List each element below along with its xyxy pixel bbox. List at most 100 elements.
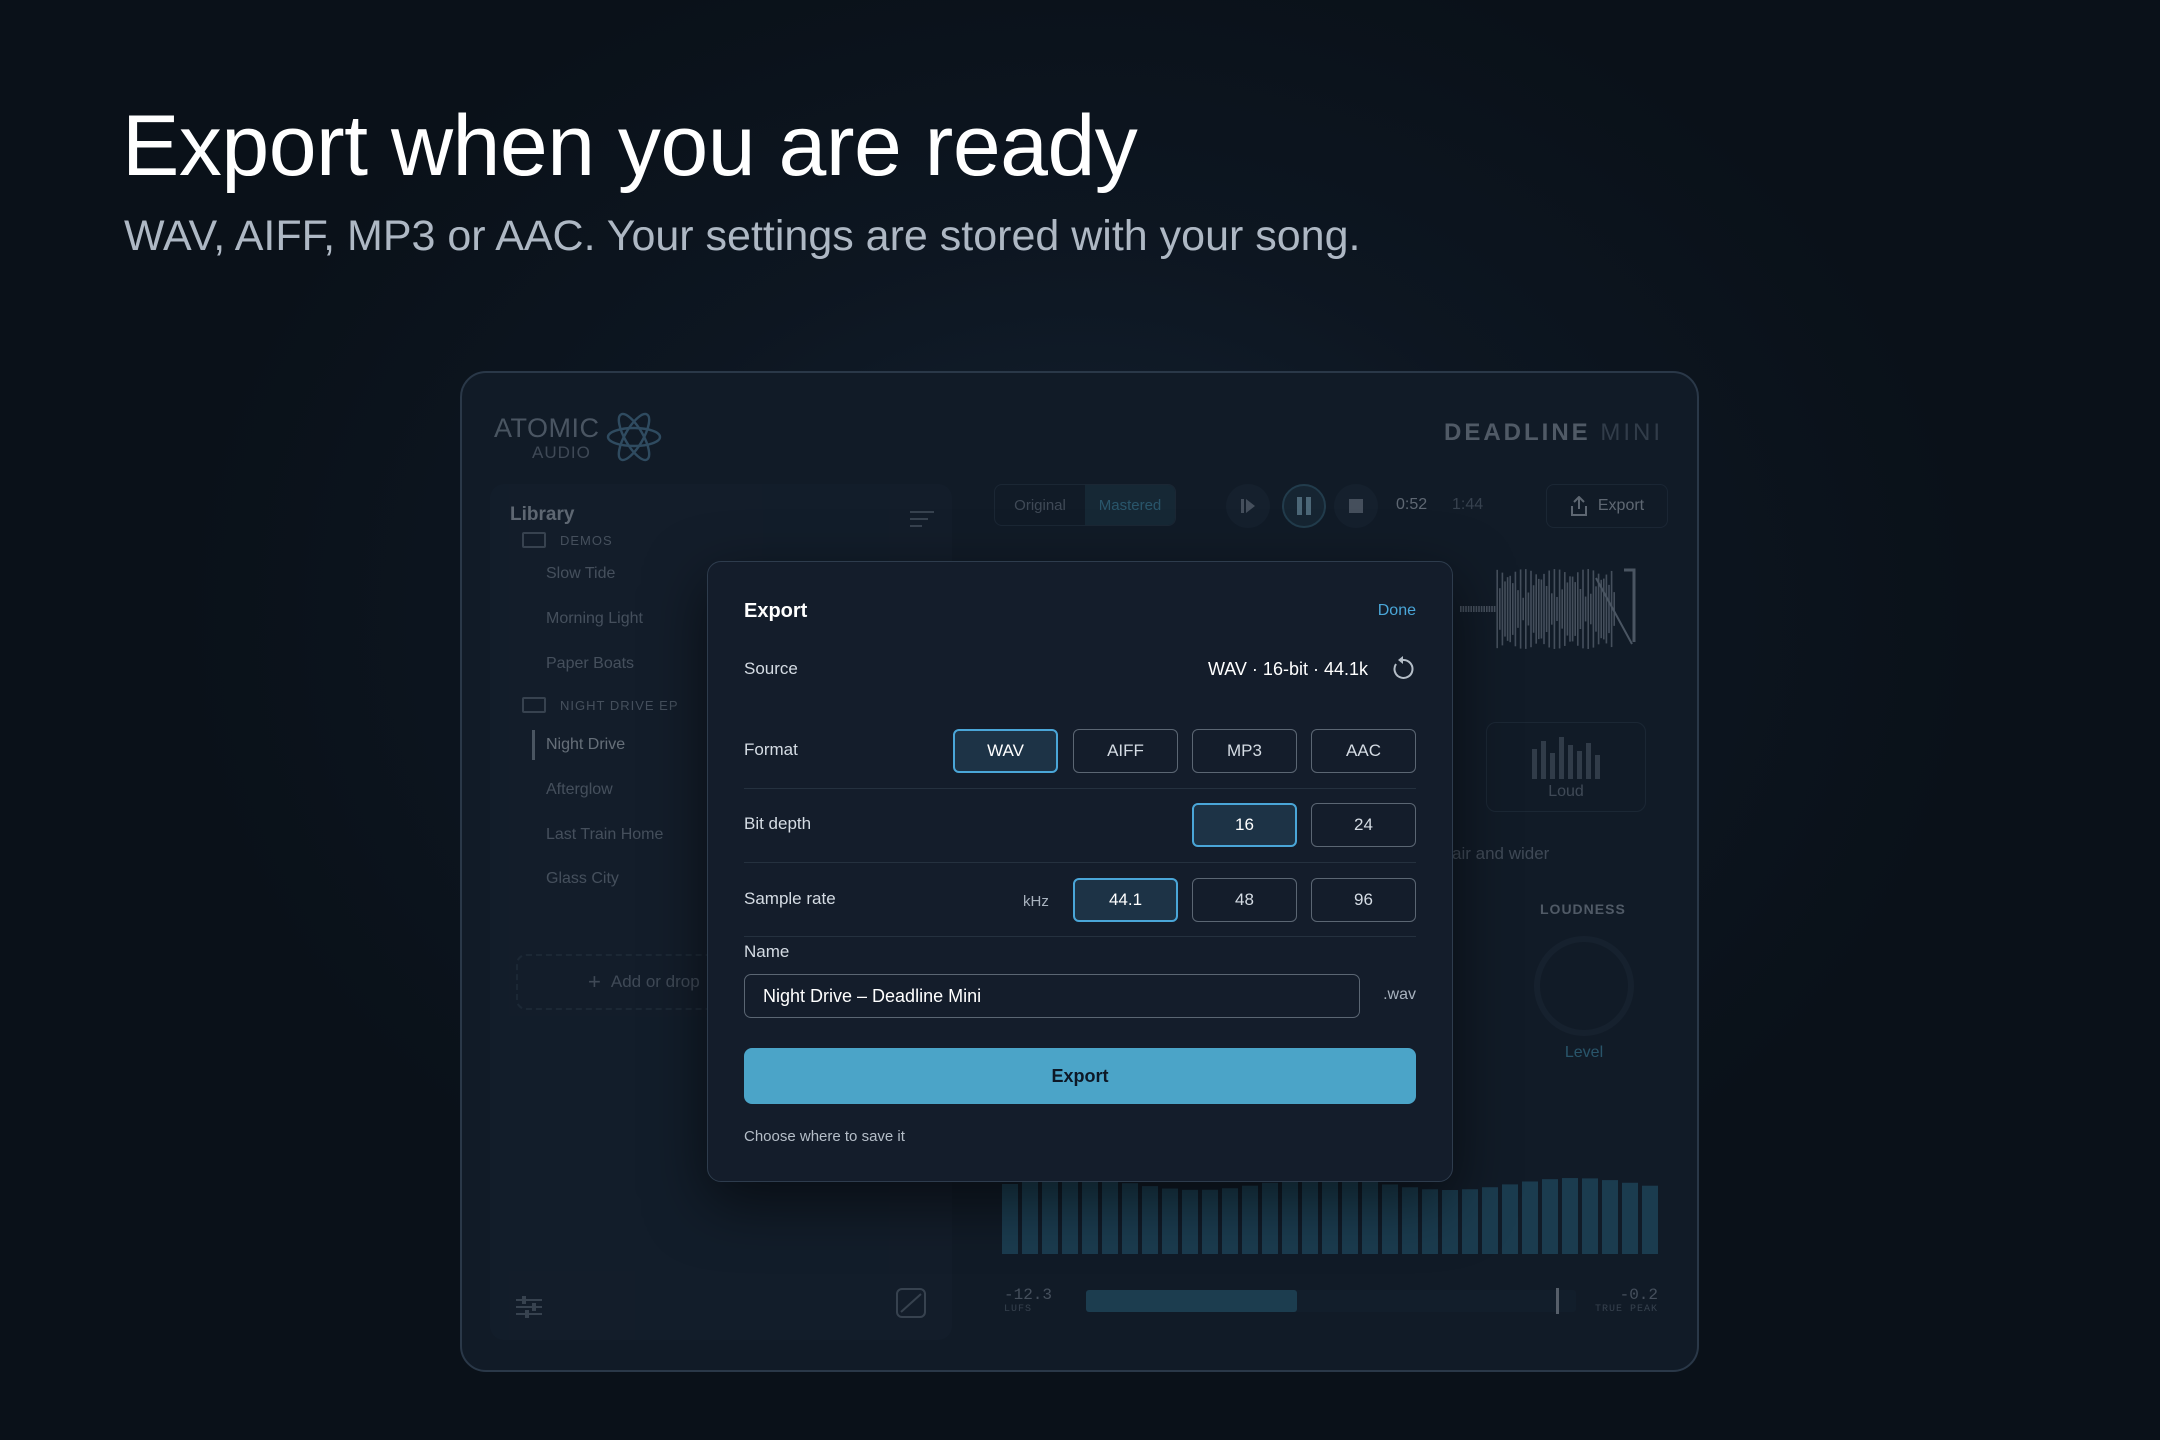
- waveform-bar: [1496, 569, 1498, 649]
- format-option-mp3[interactable]: MP3: [1192, 729, 1297, 773]
- reset-icon[interactable]: [1390, 656, 1416, 682]
- sample-rate-option-44-1[interactable]: 44.1: [1073, 878, 1178, 922]
- waveform-bar: [1561, 589, 1563, 629]
- export-top-button[interactable]: Export: [1546, 484, 1668, 528]
- library-song-active[interactable]: Night Drive: [546, 736, 625, 754]
- waveform-bar: [1486, 606, 1488, 612]
- library-folder[interactable]: NIGHT DRIVE EP: [522, 697, 679, 713]
- library-song[interactable]: Slow Tide: [546, 565, 615, 583]
- waveform-bar: [1571, 576, 1574, 642]
- ab-option[interactable]: Original: [995, 485, 1085, 525]
- bars-icon: [1532, 737, 1600, 779]
- lufs-readout: -12.3 LUFS: [1004, 1286, 1052, 1315]
- waveform-bar: [1540, 579, 1543, 639]
- waveform-bar: [1473, 606, 1475, 612]
- spectrum-bar: [1482, 1187, 1498, 1254]
- preset-hint: air and wider: [1452, 844, 1550, 863]
- pause-button[interactable]: [1282, 484, 1326, 528]
- play-icon: [1241, 499, 1255, 513]
- spectrum-bar: [1002, 1184, 1018, 1254]
- waveform-bar: [1460, 606, 1462, 612]
- waveform-bar: [1499, 588, 1501, 630]
- atom-icon: [606, 412, 662, 462]
- spectrum-bar: [1142, 1186, 1158, 1254]
- export-top-label: Export: [1597, 497, 1645, 514]
- stop-button[interactable]: [1334, 484, 1378, 528]
- sliders-icon[interactable]: [516, 1296, 542, 1318]
- loudness-knob[interactable]: [1534, 936, 1634, 1036]
- waveform-bar: [1522, 597, 1524, 621]
- library-song[interactable]: Last Train Home: [546, 826, 663, 844]
- ab-option-active[interactable]: Mastered: [1085, 485, 1175, 525]
- spectrum-bar: [1422, 1189, 1438, 1254]
- waveform-bar: [1535, 574, 1537, 644]
- sample-rate-unit: kHz: [1023, 893, 1049, 910]
- chart-toggle-icon[interactable]: [896, 1288, 926, 1318]
- format-option-aac[interactable]: AAC: [1311, 729, 1416, 773]
- spectrum-bar: [1202, 1189, 1218, 1254]
- waveform[interactable]: [1456, 564, 1656, 654]
- waveform-bar: [1483, 606, 1485, 612]
- folder-name: DEMOS: [560, 532, 613, 548]
- waveform-bar: [1551, 593, 1553, 625]
- bit-depth-option-16[interactable]: 16: [1192, 803, 1297, 847]
- library-title: Library: [510, 504, 575, 525]
- skip-play-button[interactable]: [1226, 484, 1270, 528]
- waveform-bar: [1478, 606, 1480, 612]
- waveform-bar: [1564, 572, 1566, 646]
- waveform-bar: [1577, 572, 1579, 646]
- divider: [744, 788, 1416, 789]
- waveform-bar: [1603, 578, 1605, 640]
- lufs-unit: LUFS: [1004, 1304, 1033, 1315]
- spectrum-bar: [1242, 1185, 1258, 1254]
- waveform-bar: [1519, 569, 1522, 649]
- preset-card-loud[interactable]: Loud: [1486, 722, 1646, 812]
- waveform-bar: [1582, 569, 1584, 649]
- spectrum-bar: [1162, 1188, 1178, 1254]
- format-option-aiff[interactable]: AIFF: [1073, 729, 1178, 773]
- library-song[interactable]: Morning Light: [546, 610, 643, 628]
- folder-icon: [522, 532, 546, 548]
- bit-depth-label: Bit depth: [744, 814, 812, 833]
- active-song-indicator: [532, 730, 535, 760]
- library-song[interactable]: Paper Boats: [546, 655, 634, 673]
- library-folder[interactable]: DEMOS: [522, 532, 613, 548]
- waveform-bar: [1584, 596, 1587, 622]
- waveform-bar: [1525, 569, 1527, 649]
- spectrum-bar: [1622, 1182, 1638, 1254]
- spectrum-bar: [1342, 1179, 1358, 1254]
- sample-rate-option-96[interactable]: 96: [1311, 878, 1416, 922]
- waveform-bar: [1465, 606, 1467, 612]
- waveform-bar: [1512, 583, 1514, 635]
- product-name-main: DEADLINE: [1443, 419, 1591, 446]
- product-name: DEADLINE MINI: [1444, 419, 1663, 447]
- bit-depth-option-24[interactable]: 24: [1311, 803, 1416, 847]
- waveform-bar: [1595, 586, 1597, 632]
- spectrum-bar: [1602, 1180, 1618, 1254]
- source-label: Source: [744, 659, 798, 678]
- waveform-bar: [1488, 606, 1491, 612]
- sort-menu-icon[interactable]: [910, 510, 934, 528]
- library-song[interactable]: Afterglow: [546, 781, 613, 799]
- sample-rate-option-48[interactable]: 48: [1192, 878, 1297, 922]
- waveform-bar: [1569, 576, 1571, 642]
- waveform-bar: [1592, 570, 1595, 648]
- ab-toggle[interactable]: Original Mastered: [994, 484, 1176, 526]
- preset-label: Loud: [1548, 783, 1584, 800]
- choose-location-link[interactable]: Choose where to save it: [744, 1128, 905, 1145]
- total-time: 1:44: [1452, 496, 1484, 513]
- library-song[interactable]: Glass City: [546, 870, 619, 888]
- spectrum-bar: [1082, 1178, 1098, 1254]
- add-song-label: Add or drop: [610, 972, 700, 991]
- done-button[interactable]: Done: [1378, 602, 1416, 620]
- waveform-bar: [1480, 606, 1483, 612]
- format-option-wav[interactable]: WAV: [953, 729, 1058, 773]
- waveform-bar: [1605, 574, 1608, 644]
- true-peak-value: -0.2: [1619, 1286, 1658, 1304]
- spectrum-bar: [1542, 1179, 1558, 1254]
- spectrum-bar: [1362, 1181, 1378, 1254]
- waveform-bar: [1501, 572, 1504, 646]
- file-name-input[interactable]: [744, 974, 1360, 1018]
- export-button[interactable]: Export: [744, 1048, 1416, 1104]
- spectrum-bar: [1302, 1178, 1318, 1254]
